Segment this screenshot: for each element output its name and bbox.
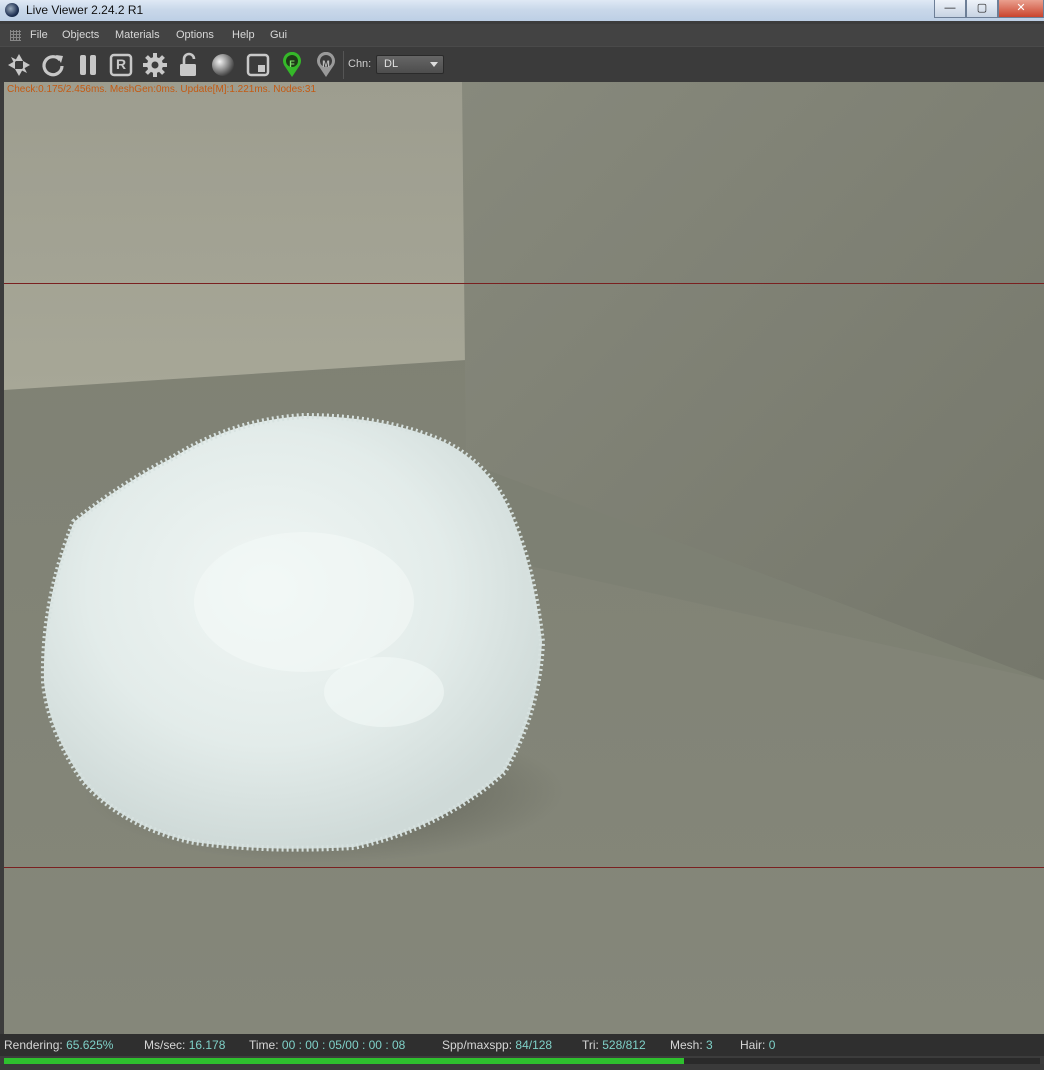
aperture-icon [8, 54, 30, 76]
toolbar-separator [343, 51, 344, 79]
unlock-icon [180, 52, 196, 76]
gear-icon [143, 53, 167, 77]
channel-value: DL [384, 58, 399, 70]
clay-mode-button[interactable] [245, 52, 271, 78]
menu-gui[interactable]: Gui [270, 29, 287, 41]
grip-icon[interactable] [10, 30, 21, 41]
sphere-icon [212, 54, 234, 76]
material-pin-letter: M [322, 59, 330, 69]
window-controls: — ▢ ✕ [934, 0, 1044, 18]
safe-frame-bottom-line [4, 867, 1044, 868]
lock-button[interactable] [176, 52, 202, 78]
hair-status: Hair: 0 [740, 1038, 776, 1052]
focus-pick-button[interactable]: F [279, 52, 305, 78]
hair-value: 0 [768, 1038, 776, 1052]
tri-status: Tri: 528/812 [582, 1038, 646, 1052]
channel-label: Chn: [348, 58, 372, 70]
time-value: 00 : 00 : 05/00 : 00 : 08 [281, 1038, 406, 1052]
menu-objects[interactable]: Objects [62, 29, 99, 41]
rendered-scene [4, 82, 1044, 1034]
app-icon [5, 3, 19, 17]
safe-frame-top-line [4, 283, 1044, 284]
pause-button[interactable] [75, 52, 101, 78]
menu-file[interactable]: File [30, 29, 48, 41]
window-bottom-border [0, 1064, 1044, 1070]
mesh-value: 3 [706, 1038, 713, 1052]
time-status: Time: 00 : 00 : 05/00 : 00 : 08 [249, 1038, 406, 1052]
spp-status: Spp/maxspp: 84/128 [442, 1038, 553, 1052]
menu-materials[interactable]: Materials [115, 29, 160, 41]
maximize-button[interactable]: ▢ [966, 0, 998, 18]
minimize-button[interactable]: — [934, 0, 966, 18]
rendering-status: Rendering: 65.625% [4, 1038, 114, 1052]
start-render-button[interactable] [6, 52, 32, 78]
pause-icon [80, 55, 96, 75]
rendering-value: 65.625% [66, 1038, 114, 1052]
material-preview-button[interactable] [210, 52, 236, 78]
menu-help[interactable]: Help [232, 29, 255, 41]
restart-button[interactable] [40, 52, 66, 78]
mssec-value: 16.178 [188, 1038, 226, 1052]
mssec-status: Ms/sec: 16.178 [144, 1038, 226, 1052]
spp-value: 84/128 [515, 1038, 553, 1052]
toolbar: R F M Chn: DL [0, 46, 1044, 83]
frame-icon [246, 53, 270, 77]
material-pick-button[interactable]: M [313, 52, 339, 78]
mesh-status: Mesh: 3 [670, 1038, 713, 1052]
menu-bar: File Objects Materials Options Help Gui [0, 24, 1044, 46]
render-viewport[interactable]: Check:0.175/2.456ms. MeshGen:0ms. Update… [4, 82, 1044, 1034]
status-bar: Rendering: 65.625% Ms/sec: 16.178 Time: … [0, 1034, 1044, 1056]
refresh-icon [42, 55, 64, 77]
focus-pin-letter: F [289, 59, 295, 69]
region-letter: R [115, 56, 127, 72]
close-button[interactable]: ✕ [998, 0, 1044, 18]
tri-value: 528/812 [602, 1038, 646, 1052]
window-title: Live Viewer 2.24.2 R1 [26, 3, 144, 17]
chevron-down-icon [430, 62, 438, 67]
settings-button[interactable] [142, 52, 168, 78]
title-bar: Live Viewer 2.24.2 R1 — ▢ ✕ [0, 0, 1044, 21]
menu-options[interactable]: Options [176, 29, 214, 41]
region-render-button[interactable]: R [108, 52, 134, 78]
render-stats-overlay: Check:0.175/2.456ms. MeshGen:0ms. Update… [7, 84, 317, 95]
channel-dropdown[interactable]: DL [376, 55, 444, 74]
